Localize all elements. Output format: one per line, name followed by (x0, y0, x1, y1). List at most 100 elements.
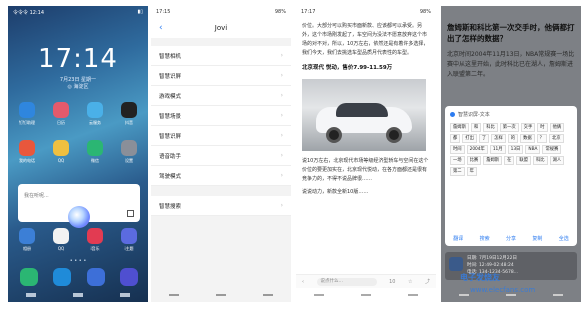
phone-app-icon[interactable] (20, 268, 38, 286)
menu-item[interactable]: 智慧识屏 › (151, 126, 291, 146)
word-chip[interactable]: 他俩 (549, 123, 565, 132)
word-chip[interactable]: 2004年 (466, 145, 488, 154)
app-icon[interactable]: 抖音 (118, 102, 140, 126)
back-arrow-icon[interactable]: ‹ (302, 279, 304, 285)
menu-nav-icon[interactable] (314, 294, 325, 296)
status-bar: 17:17 98% (296, 6, 436, 18)
word-chip[interactable]: 时间 (450, 145, 465, 154)
search-button[interactable]: 搜索 (480, 235, 490, 242)
app-icon[interactable]: 云服务 (84, 102, 106, 126)
app-icon[interactable]: i主题 (118, 228, 140, 252)
word-chip[interactable]: 数据 (520, 134, 535, 143)
word-chip[interactable]: 时 (537, 123, 548, 132)
word-chip[interactable]: 科比 (532, 156, 548, 165)
article-heading: 北京现代 悦动，售价7.99-11.59万 (302, 65, 393, 71)
word-chip[interactable]: 11月 (489, 145, 506, 154)
word-chip[interactable]: ？ (536, 134, 547, 143)
article-body: 价位。大部分可以购买市面新款、应该都可以承受。另外，这个市场刚发起了，车空间为没… (302, 22, 430, 197)
article-paragraph: 说说动力，新款全新10版…… (302, 189, 369, 195)
app-icon[interactable]: 相册 (16, 228, 38, 252)
battery-icon: ▮▯ (137, 9, 143, 15)
home-nav-icon[interactable] (505, 294, 516, 296)
app-icon[interactable]: 设置 (118, 140, 140, 164)
home-nav-icon[interactable] (215, 294, 226, 296)
app-icon[interactable]: 钉钉助理 (16, 102, 38, 126)
menu-item[interactable]: 游戏模式 › (151, 86, 291, 106)
status-bar: 令令令 12:14 ▮▯ (8, 6, 148, 18)
word-chip[interactable]: 第一次 (499, 123, 519, 132)
menu-item[interactable]: 智慧相机 › (151, 46, 291, 66)
status-left: 令令令 12:14 (13, 9, 44, 16)
word-chip[interactable]: 打出 (462, 134, 477, 143)
word-chip[interactable]: 的 (507, 134, 519, 143)
share-button[interactable]: 分享 (506, 235, 516, 242)
word-chip[interactable]: 常规赛 (542, 145, 562, 154)
word-chip[interactable]: 北京 (548, 134, 564, 143)
back-nav-icon[interactable] (552, 294, 563, 296)
back-nav-icon[interactable] (407, 294, 418, 296)
app-row-1: 钉钉助理 日历 云服务 抖音 (16, 102, 140, 126)
messages-app-icon[interactable] (53, 268, 72, 286)
word-chip[interactable]: 詹姆斯 (450, 123, 469, 132)
chevron-right-icon: › (280, 172, 283, 179)
back-nav-icon[interactable] (119, 293, 130, 297)
word-chip[interactable]: NBA (525, 145, 541, 154)
select-all-button[interactable]: 全选 (559, 235, 569, 242)
word-chip[interactable]: 湖人 (549, 156, 565, 165)
copy-button[interactable]: 复制 (532, 235, 542, 242)
phone-jovi-settings: 17:15 98% ‹ Jovi 智慧相机 › 智慧识屏 › 游戏模式 › 智慧场景 ›… (151, 6, 291, 302)
expand-icon[interactable] (127, 210, 134, 217)
word-chip[interactable]: 和 (470, 123, 482, 132)
word-chip[interactable]: 怎样 (491, 134, 506, 143)
translate-button[interactable]: 翻译 (453, 235, 463, 242)
chevron-right-icon: › (280, 152, 283, 159)
word-chip[interactable]: 13日 (507, 145, 524, 154)
word-chip[interactable]: 年 (466, 167, 477, 176)
home-nav-icon[interactable] (72, 293, 83, 297)
article-paragraph: 说10万左右，北京现代市场等级经济型轿车与空间在这个价位的要更加实在，北京现代悦… (302, 158, 429, 182)
chevron-right-icon: › (280, 92, 283, 99)
word-chip[interactable]: 联盟 (516, 156, 531, 165)
menu-item[interactable]: 驾驶模式 › (151, 166, 291, 186)
browser-app-icon[interactable] (86, 268, 105, 286)
menu-nav-icon[interactable] (459, 294, 470, 296)
word-chip[interactable]: 都 (450, 134, 461, 143)
word-chip[interactable]: 了 (478, 134, 490, 143)
word-chip[interactable]: 交手 (520, 123, 536, 132)
back-nav-icon[interactable] (262, 294, 273, 296)
jovi-orb-icon[interactable] (68, 206, 90, 228)
comment-count-badge[interactable]: 10 (389, 279, 395, 285)
app-icon[interactable]: 日历 (50, 102, 72, 126)
app-icon[interactable]: QQ (50, 228, 72, 252)
word-chip[interactable]: 詹姆斯 (483, 156, 503, 165)
chevron-right-icon: › (280, 132, 283, 139)
menu-item[interactable]: 语音助手 › (151, 146, 291, 166)
app-icon[interactable]: 我的电话 (16, 140, 38, 164)
word-chip[interactable]: 比赛 (466, 156, 482, 165)
app-icon[interactable]: 微信 (84, 140, 106, 164)
dock (20, 268, 138, 286)
home-nav-icon[interactable] (360, 294, 371, 296)
menu-item[interactable]: 智慧识屏 › (151, 66, 291, 86)
camera-app-icon[interactable] (119, 268, 138, 286)
app-icon[interactable]: QQ (50, 140, 72, 164)
sheet-title: 智慧识屏-文本 (450, 111, 572, 118)
menu-item[interactable]: 智慧搜索 › (151, 196, 291, 216)
menu-item[interactable]: 智慧场景 › (151, 106, 291, 126)
word-chip[interactable]: 在 (504, 156, 515, 165)
sheet-actions: 翻译 搜索 分享 复制 全选 (445, 235, 577, 242)
jovi-hint: 我在听呢... (24, 193, 49, 199)
article-title: 詹姆斯和科比第一次交手时，他俩都打出了怎样的数据？ (447, 23, 575, 43)
menu-nav-icon[interactable] (26, 293, 37, 297)
comment-input[interactable]: 说点什么… (316, 277, 377, 286)
app-icon[interactable]: i音乐 (84, 228, 106, 252)
word-chip[interactable]: 科比 (483, 123, 498, 132)
menu-nav-icon[interactable] (169, 294, 180, 296)
share-icon[interactable]: ⤴ (425, 278, 430, 285)
nav-bar (296, 288, 436, 302)
article-paragraph: 价位。大部分可以购买市面新款、应该都可以承受。另外，这个市场刚发起了，车空间为没… (302, 23, 429, 56)
status-bar: 17:15 98% (151, 6, 291, 18)
word-chip[interactable]: 第二 (450, 167, 465, 176)
word-chip[interactable]: 一场 (450, 156, 465, 165)
star-icon[interactable]: ☆ (408, 279, 412, 285)
